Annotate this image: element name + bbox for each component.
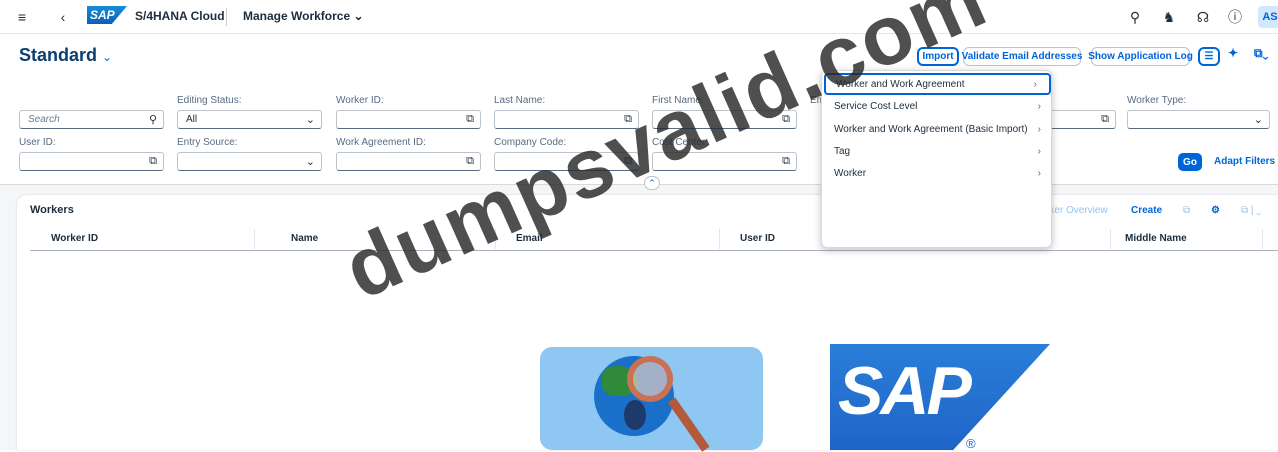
search-icon[interactable]: ⚲ xyxy=(1128,0,1142,34)
chevron-right-icon: › xyxy=(1033,78,1037,90)
editing-status-value: All xyxy=(186,114,198,125)
chevron-right-icon: › xyxy=(1037,145,1041,157)
work-agreement-id-label: Work Agreement ID: xyxy=(336,137,426,148)
column-header[interactable]: User ID xyxy=(740,233,775,244)
worker-type-select[interactable]: ⌄ xyxy=(1127,110,1270,129)
ai-sparkle-icon[interactable]: ✦ xyxy=(1228,46,1238,60)
chevron-down-icon: ⌄ xyxy=(353,9,364,23)
editing-status-label: Editing Status: xyxy=(177,95,242,106)
value-help-icon[interactable]: ⧉ xyxy=(149,155,157,168)
chevron-right-icon: › xyxy=(1037,123,1041,135)
entry-source-label: Entry Source: xyxy=(177,137,238,148)
chevron-down-icon[interactable]: ⌄ xyxy=(306,113,315,126)
worker-id-input[interactable]: ⧉ xyxy=(336,110,481,129)
app-title-button[interactable]: Manage Workforce ⌄ xyxy=(243,9,364,23)
settings-icon[interactable]: ⚙ xyxy=(1211,205,1220,216)
go-button[interactable]: Go xyxy=(1178,153,1202,171)
registered-mark: ® xyxy=(966,436,976,451)
editing-status-select[interactable]: All ⌄ xyxy=(177,110,322,129)
globe-land xyxy=(624,400,646,430)
header-underline xyxy=(30,250,1278,251)
create-button[interactable]: Create xyxy=(1131,205,1162,216)
chevron-right-icon: › xyxy=(1037,100,1041,112)
worker-id-label: Worker ID: xyxy=(336,95,384,106)
hide-filter-icon[interactable]: ☰ xyxy=(1198,47,1220,66)
column-separator xyxy=(254,229,255,249)
column-separator xyxy=(719,229,720,249)
shell-separator xyxy=(226,8,227,26)
sap-logo[interactable]: SAP xyxy=(87,6,127,24)
menu-item-label: Worker and Work Agreement (Basic Import) xyxy=(834,123,1028,135)
chevron-down-icon[interactable]: ⌄ xyxy=(1254,113,1263,126)
back-icon[interactable]: ‹ xyxy=(56,0,70,34)
menu-icon[interactable]: ≡ xyxy=(14,0,30,34)
column-separator xyxy=(1262,229,1263,249)
validate-email-button[interactable]: Validate Email Addresses xyxy=(962,47,1082,66)
entry-source-select[interactable]: ⌄ xyxy=(177,152,322,171)
last-name-label: Last Name: xyxy=(494,95,546,106)
chevron-down-icon[interactable]: ⌄ xyxy=(102,50,112,64)
work-agreement-id-input[interactable]: ⧉ xyxy=(336,152,481,171)
worker-type-label: Worker Type: xyxy=(1127,95,1187,106)
export-icon[interactable]: ⧉ | ⌄ xyxy=(1241,205,1261,216)
search-input[interactable]: Search ⚲ xyxy=(19,110,164,129)
value-help-icon[interactable]: ⧉ xyxy=(1101,113,1109,126)
show-log-button[interactable]: Show Application Log xyxy=(1088,47,1193,66)
menu-item-basic-import[interactable]: Worker and Work Agreement (Basic Import)… xyxy=(822,118,1053,140)
magnifier-icon xyxy=(627,356,673,402)
variant-title[interactable]: Standard xyxy=(19,45,97,66)
worker-overview-button[interactable]: rker Overview xyxy=(1046,205,1108,216)
table-title: Workers xyxy=(30,204,74,216)
bell-icon[interactable]: ♞ xyxy=(1162,0,1176,34)
shell-bar: ≡ ‹ SAP S/4HANA Cloud Manage Workforce ⌄… xyxy=(0,0,1278,34)
column-header[interactable]: Middle Name xyxy=(1125,233,1187,244)
menu-item-label: Worker xyxy=(834,167,867,179)
copy-icon[interactable]: ⧉ xyxy=(1183,205,1190,216)
search-icon[interactable]: ⚲ xyxy=(149,113,157,126)
menu-item-tag[interactable]: Tag › xyxy=(822,140,1053,162)
share-icon[interactable]: ⧉⌄ xyxy=(1254,46,1268,61)
user-id-label: User ID: xyxy=(19,137,56,148)
value-help-icon[interactable]: ⧉ xyxy=(466,113,474,126)
menu-item-worker[interactable]: Worker › xyxy=(822,162,1053,184)
menu-item-label: Tag xyxy=(834,145,851,157)
value-help-icon[interactable]: ⧉ xyxy=(782,155,790,168)
help-icon[interactable]: ⓘ xyxy=(1228,0,1242,34)
app-title: Manage Workforce xyxy=(243,9,351,23)
sap-logo-text: SAP xyxy=(838,353,972,429)
product-name: S/4HANA Cloud xyxy=(135,9,225,23)
user-id-input[interactable]: ⧉ xyxy=(19,152,164,171)
chevron-down-icon[interactable]: ⌄ xyxy=(306,155,315,168)
column-header[interactable]: Name xyxy=(291,233,318,244)
column-separator xyxy=(1110,229,1111,249)
column-header[interactable]: Worker ID xyxy=(51,233,98,244)
avatar[interactable]: AS xyxy=(1258,6,1278,28)
search-placeholder: Search xyxy=(28,114,60,125)
chevron-right-icon: › xyxy=(1037,167,1041,179)
headset-icon[interactable]: ☊ xyxy=(1196,0,1210,34)
adapt-filters-button[interactable]: Adapt Filters xyxy=(1214,156,1275,167)
